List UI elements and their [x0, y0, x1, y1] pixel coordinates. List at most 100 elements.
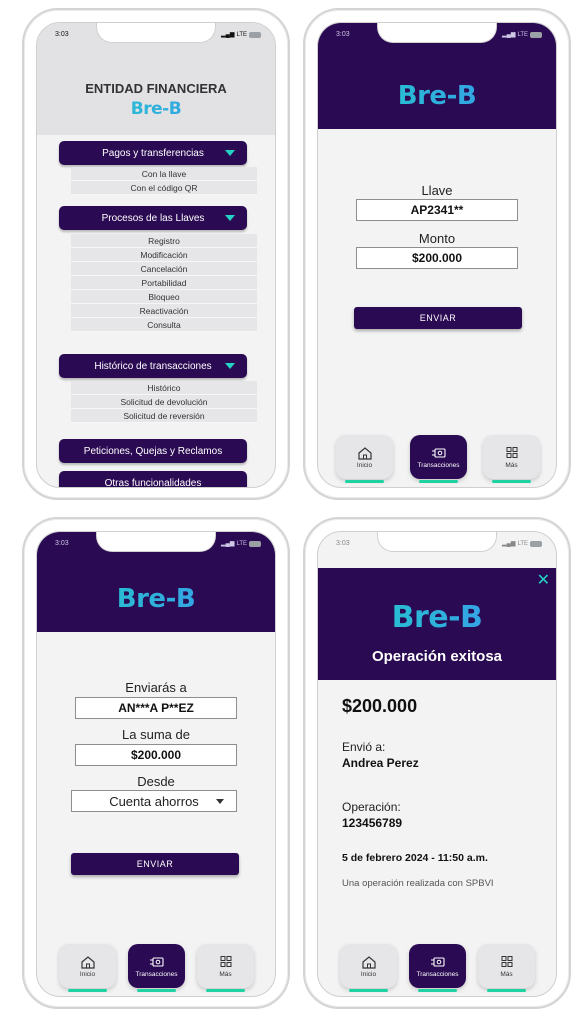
home-icon — [361, 956, 376, 969]
page-title: ENTIDAD FINANCIERA — [85, 81, 227, 96]
key-field[interactable]: AP2341** — [356, 199, 518, 221]
phone-receipt: 3:03 ▂▄▆ LTE ✕ Bre-B Operación exitosa $2… — [303, 517, 571, 1009]
submenu-item[interactable]: Portabilidad — [71, 276, 257, 290]
operation-date: 5 de febrero 2024 - 11:50 a.m. — [342, 852, 488, 864]
send-button[interactable]: ENVIAR — [71, 853, 239, 875]
notch — [96, 532, 216, 552]
nav-underline — [345, 480, 384, 483]
nav-transactions[interactable]: Transacciones — [410, 435, 467, 483]
success-title: Operación exitosa — [371, 648, 503, 665]
nav-more[interactable]: Más — [197, 944, 254, 992]
nav-home[interactable]: Inicio — [59, 944, 116, 992]
network-label: LTE — [236, 540, 247, 547]
nav-transactions[interactable]: Transacciones — [409, 944, 466, 992]
submenu-item[interactable]: Modificación — [71, 248, 257, 262]
menu-llaves-button[interactable]: Procesos de las Llaves — [59, 206, 247, 230]
nav-underline — [68, 989, 107, 992]
brand-logo: Bre-B — [37, 99, 275, 119]
screen-receipt: 3:03 ▂▄▆ LTE ✕ Bre-B Operación exitosa $2… — [317, 531, 557, 997]
chevron-down-icon — [225, 363, 235, 369]
battery-icon — [530, 31, 542, 38]
network-label: LTE — [236, 31, 247, 38]
bottom-nav: Inicio Transacciones Más — [37, 934, 275, 996]
submenu-pagos: Con la llave Con el código QR — [71, 167, 257, 195]
nav-transactions[interactable]: Transacciones — [128, 944, 185, 992]
status-icons: ▂▄▆ LTE — [221, 540, 261, 547]
operation-label: Operación: — [342, 800, 401, 814]
recipient-label: Enviarás a — [125, 680, 187, 695]
signal-icon: ▂▄▆ — [501, 541, 516, 547]
submenu-llaves: Registro Modificación Cancelación Portab… — [71, 234, 257, 332]
notch — [377, 532, 497, 552]
transfer-icon — [149, 957, 164, 967]
signal-icon: ▂▄▆ — [220, 541, 235, 547]
menu-historico-button[interactable]: Histórico de transacciones — [59, 354, 247, 378]
bottom-nav: Inicio Transacciones Más — [318, 934, 556, 996]
nav-more[interactable]: Más — [478, 944, 535, 992]
screen-menu: 3:03 ▂▄▆ LTE ENTIDAD FINANCIERA Bre-B Pag… — [36, 22, 276, 488]
status-icons: ▂▄▆ LTE — [221, 31, 261, 38]
amount-field[interactable]: $200.000 — [356, 247, 518, 269]
nav-underline — [419, 480, 458, 483]
key-label: Llave — [421, 183, 453, 198]
nav-more[interactable]: Más — [483, 435, 540, 483]
submenu-item[interactable]: Con el código QR — [71, 181, 257, 195]
submenu-historico: Histórico Solicitud de devolución Solici… — [71, 381, 257, 423]
pqr-label: Peticiones, Quejas y Reclamos — [83, 445, 223, 457]
nav-underline — [492, 480, 531, 483]
operation-note: Una operación realizada con SPBVI — [342, 878, 494, 889]
submenu-item[interactable]: Solicitud de reversión — [71, 409, 257, 423]
submenu-item[interactable]: Bloqueo — [71, 290, 257, 304]
nav-transactions-label: Transacciones — [417, 462, 460, 469]
status-time: 3:03 — [55, 31, 69, 38]
nav-underline — [349, 989, 388, 992]
grid-icon — [506, 447, 517, 458]
signal-icon: ▂▄▆ — [220, 32, 235, 38]
screen-confirm: 3:03 ▂▄▆ LTE Bre-B Enviarás a AN***A P**E… — [36, 531, 276, 997]
status-icons: ▂▄▆ LTE — [502, 540, 542, 547]
home-icon — [80, 956, 95, 969]
status-time: 3:03 — [336, 31, 350, 38]
home-icon — [357, 447, 372, 460]
status-time: 3:03 — [55, 540, 69, 547]
nav-underline — [418, 989, 457, 992]
sent-to-label: Envió a: — [342, 740, 386, 754]
pqr-button[interactable]: Peticiones, Quejas y Reclamos — [59, 439, 247, 463]
nav-home[interactable]: Inicio — [340, 944, 397, 992]
phone-menu: 3:03 ▂▄▆ LTE ENTIDAD FINANCIERA Bre-B Pag… — [22, 8, 290, 500]
brand-logo: Bre-B — [318, 81, 556, 111]
sent-to-value: Andrea Perez — [342, 756, 419, 770]
phone-payment: 3:03 ▂▄▆ LTE Bre-B Llave AP2341** Monto $… — [303, 8, 571, 500]
submenu-item[interactable]: Con la llave — [71, 167, 257, 181]
grid-icon — [501, 956, 512, 967]
transfer-icon — [431, 448, 446, 458]
nav-home[interactable]: Inicio — [336, 435, 393, 483]
submenu-item[interactable]: Consulta — [71, 318, 257, 332]
menu-pagos-button[interactable]: Pagos y transferencias — [59, 141, 247, 165]
menu-historico-label: Histórico de transacciones — [94, 360, 212, 372]
nav-home-label: Inicio — [79, 971, 96, 978]
status-icons: ▂▄▆ LTE — [502, 31, 542, 38]
source-account-select[interactable]: Cuenta ahorros — [71, 790, 237, 812]
receipt-amount: $200.000 — [342, 696, 418, 716]
submenu-item[interactable]: Reactivación — [71, 304, 257, 318]
submenu-item[interactable]: Histórico — [71, 381, 257, 395]
other-functions-label: Otras funcionalidades — [104, 477, 202, 488]
submenu-item[interactable]: Cancelación — [71, 262, 257, 276]
brand-logo: Bre-B — [318, 600, 556, 635]
battery-icon — [530, 540, 542, 547]
nav-more-label: Más — [505, 462, 518, 469]
submenu-item[interactable]: Solicitud de devolución — [71, 395, 257, 409]
nav-home-label: Inicio — [360, 971, 377, 978]
other-functions-button[interactable]: Otras funcionalidades — [59, 471, 247, 488]
send-button[interactable]: ENVIAR — [354, 307, 522, 329]
close-icon[interactable]: ✕ — [537, 573, 550, 589]
nav-underline — [487, 989, 526, 992]
notch — [96, 23, 216, 43]
status-time: 3:03 — [336, 540, 350, 547]
nav-more-label: Más — [500, 971, 513, 978]
menu-pagos-label: Pagos y transferencias — [102, 147, 204, 159]
network-label: LTE — [517, 540, 528, 547]
submenu-item[interactable]: Registro — [71, 234, 257, 248]
phone-confirm: 3:03 ▂▄▆ LTE Bre-B Enviarás a AN***A P**E… — [22, 517, 290, 1009]
